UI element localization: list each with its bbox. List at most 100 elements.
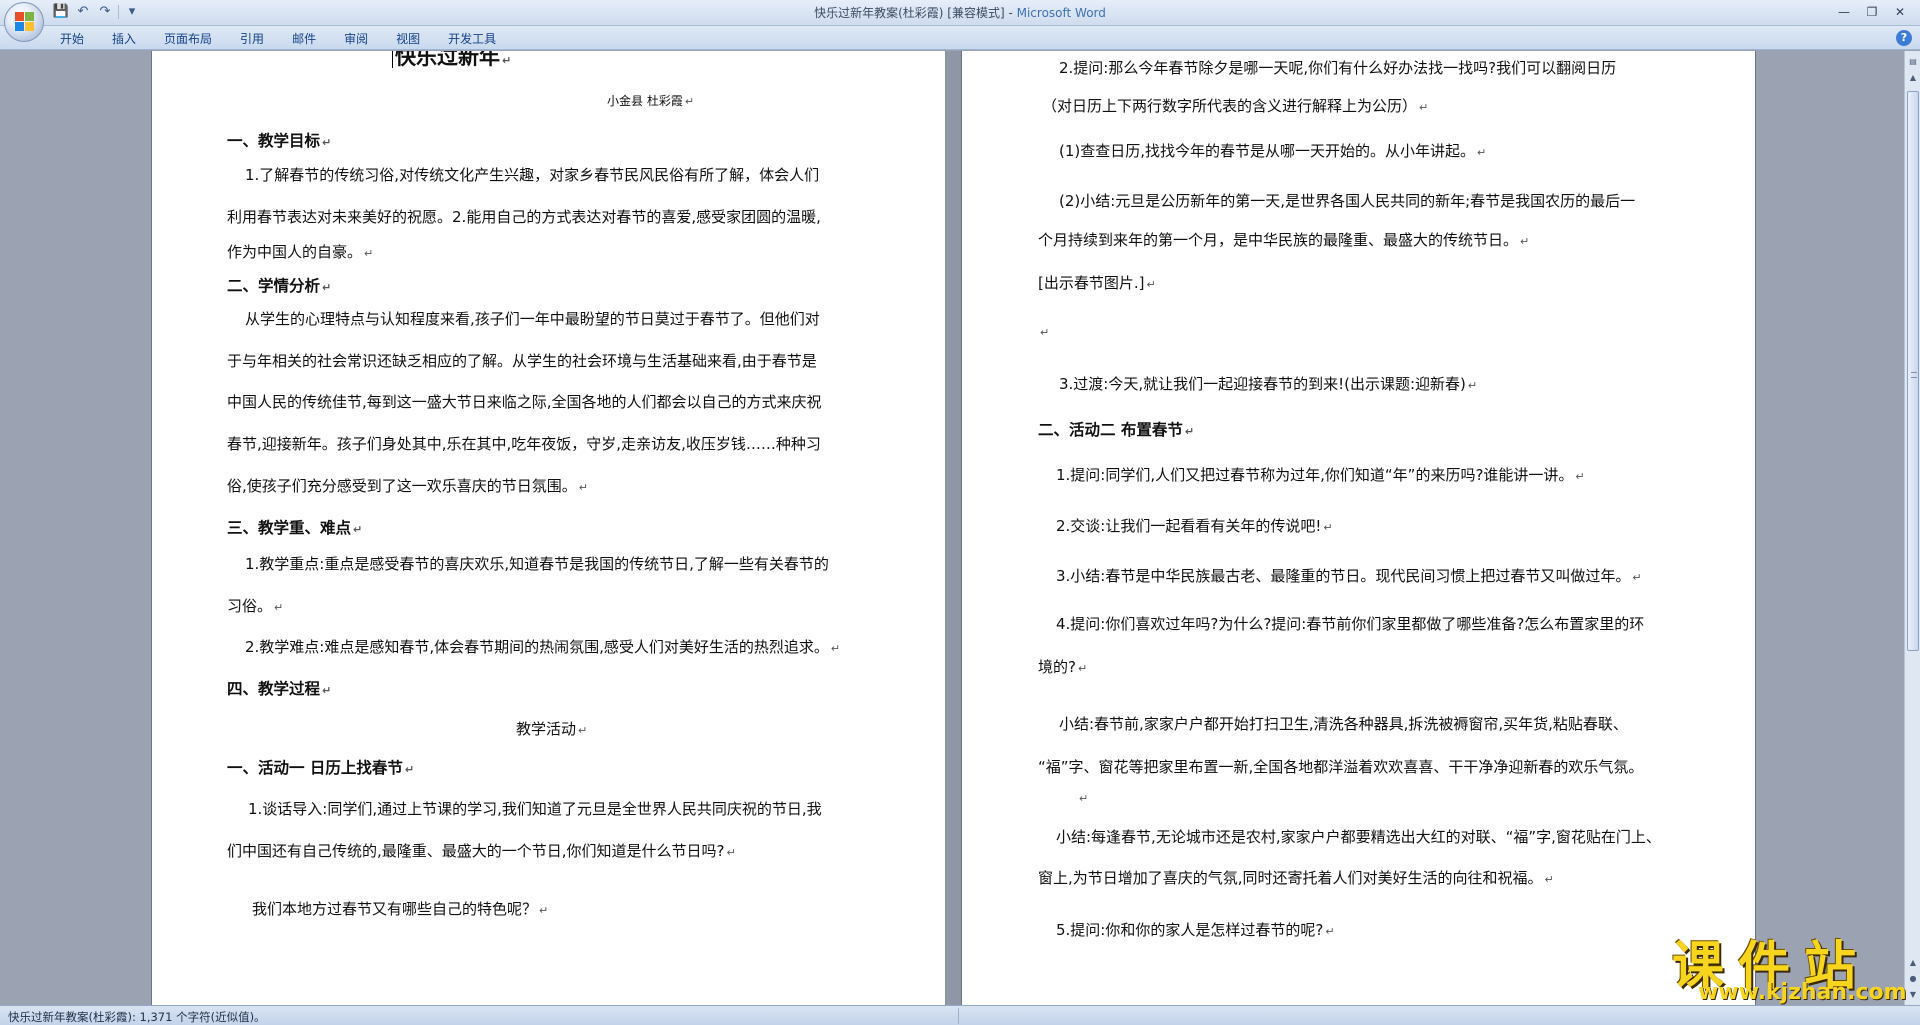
body-line: 2.交谈:让我们一起看看有关年的传说吧! ↵ [1056,517,1333,535]
status-bar: 快乐过新年教案(杜彩霞): 1,371 个字符(近似值)。 [0,1005,1920,1025]
activity-heading-2: 二、活动二 布置春节 ↵ [1038,421,1195,439]
paragraph-mark-icon: ↵ [502,54,512,67]
office-logo-icon [15,12,35,32]
title-separator: - [1004,6,1017,20]
section-heading-process: 四、教学过程 ↵ [227,680,332,698]
document-author: 小金县 杜彩霞 ↵ [607,94,695,108]
page-2[interactable]: 2.提问:那么今年春节除夕是哪一天呢,你们有什么好办法找一找吗?我们可以翻阅日历… [962,51,1755,1005]
page-1[interactable]: 快乐过新年 ↵ 小金县 杜彩霞 ↵ 一、教学目标 ↵ 1.了解春节的传统习俗,对传统文… [152,51,945,1005]
paragraph-mark-icon: ↵ [274,601,284,614]
body-line: (2)小结:元旦是公历新年的第一天,是世界各国人民共同的新年;春节是我国农历的最… [1059,192,1636,210]
close-button[interactable]: ✕ [1886,2,1914,22]
paragraph-mark-icon: ↵ [539,904,549,917]
document-title[interactable]: 快乐过新年 ↵ [392,51,511,71]
body-line: （对日历上下两行数字所代表的含义进行解释上为公历） ↵ [1042,97,1429,115]
body-line: 1.教学重点:重点是感受春节的喜庆欢乐,知道春节是我国的传统节日,了解一些有关春… [245,555,829,573]
empty-paragraph: ↵ [1077,787,1088,809]
text-cursor [392,51,393,68]
body-line: 4.提问:你们喜欢过年吗?为什么?提问:春节前你们家里都做了哪些准备?怎么布置家… [1056,615,1645,633]
body-line: 习俗。 ↵ [227,597,284,615]
body-line: 于与年相关的社会常识还缺乏相应的了解。从学生的社会环境与生活基础来看,由于春节是 [227,352,817,370]
body-line: 我们本地方过春节又有哪些自己的特色呢？ ↵ [252,900,549,918]
paragraph-mark-icon: ↵ [1632,571,1642,584]
tab-2[interactable]: 页面布局 [164,30,226,47]
body-line: 1.谈话导入:同学们,通过上节课的学习,我们知道了元旦是全世界人民共同庆祝的节日… [248,800,822,818]
scrollbar-thumb[interactable] [1907,91,1919,651]
minimize-button[interactable]: — [1830,2,1858,22]
tab-4[interactable]: 邮件 [292,30,330,47]
paragraph-mark-icon: ↵ [1146,278,1156,291]
paragraph-mark-icon: ↵ [1520,235,1530,248]
paragraph-mark-icon: ↵ [578,481,588,494]
paragraph-mark-icon: ↵ [684,95,695,108]
body-line: 个月持续到来年的第一个月，是中华民族的最隆重、最盛大的传统节日。 ↵ [1038,231,1530,249]
paragraph-mark-icon: ↵ [1477,146,1487,159]
paragraph-mark-icon: ↵ [726,846,736,859]
vertical-scrollbar[interactable]: ▤ ▲ ▲ ● ▼ [1904,51,1920,1005]
section-heading-keypoints: 三、教学重、难点 ↵ [227,519,363,537]
body-line: “福”字、窗花等把家里布置一新,全国各地都洋溢着欢欢喜喜、干干净净迎新春的欢乐气… [1038,758,1644,776]
body-line: 窗上,为节日增加了喜庆的气氛,同时还寄托着人们对美好生活的向往和祝福。 ↵ [1038,869,1554,887]
ruler-toggle-icon[interactable]: ▤ [1906,55,1920,69]
tab-list: 开始 插入 页面布局 引用 邮件 审阅 视图 开发工具 [60,30,524,47]
body-line: (1)查查日历,找找今年的春节是从哪一天开始的。从小年讲起。 ↵ [1059,142,1487,160]
paragraph-mark-icon: ↵ [1325,925,1335,938]
paragraph-mark-icon: ↵ [1419,101,1429,114]
help-icon[interactable]: ? [1896,30,1912,46]
app-name: Microsoft Word [1016,6,1106,20]
office-button[interactable] [4,2,44,42]
paragraph-mark-icon: ↵ [578,724,588,737]
body-line: 1.了解春节的传统习俗,对传统文化产生兴趣，对家乡春节民风民俗有所了解，体会人们 [245,166,820,184]
body-line: 3.过渡:今天,就让我们一起迎接春节的到来!(出示课题:迎新春) ↵ [1059,375,1478,393]
status-separator [958,1008,959,1024]
tab-0[interactable]: 开始 [60,30,98,47]
body-line: 作为中国人的自豪。 ↵ [227,243,374,261]
scroll-up-arrow-icon[interactable]: ▲ [1906,71,1920,85]
restore-button[interactable]: ❐ [1858,2,1886,22]
body-line: 们中国还有自己传统的,最隆重、最盛大的一个节日,你们知道是什么节日吗? ↵ [227,842,736,860]
title-bar: 💾 ↶ ↷ ▾ 快乐过新年教案(杜彩霞) [兼容模式] - Microsoft … [0,0,1920,42]
body-line: 境的? ↵ [1038,658,1088,676]
activity-heading-1: 一、活动一 日历上找春节 ↵ [227,759,415,777]
paragraph-mark-icon: ↵ [322,684,332,697]
window-controls: — ❐ ✕ [1830,2,1914,22]
body-line: 春节,迎接新年。孩子们身处其中,乐在其中,吃年夜饭，守岁,走亲访友,收压岁钱……… [227,435,821,453]
watermark-logo: 课件站 www.kjzhan.com [1658,924,1920,1005]
body-line: 小结:每逢春节,无论城市还是农村,家家户户都要精选出大红的对联、“福”字,窗花贴… [1056,828,1661,846]
watermark-url: www.kjzhan.com [1698,980,1907,1005]
body-line: 2.提问:那么今年春节除夕是哪一天呢,你们有什么好办法找一找吗?我们可以翻阅日历 [1059,59,1617,77]
thumb-grip-icon [1911,372,1917,378]
paragraph-mark-icon: ↵ [404,763,415,776]
section-heading-analysis: 二、学情分析 ↵ [227,277,332,295]
empty-paragraph: ↵ [1038,321,1049,343]
body-line: 中国人民的传统佳节,每到这一盛大节日来临之际,全国各地的人们都会以自己的方式来庆… [227,393,822,411]
window-title: 快乐过新年教案(杜彩霞) [兼容模式] - Microsoft Word [0,4,1920,21]
tab-7[interactable]: 开发工具 [448,30,510,47]
status-word-count[interactable]: 快乐过新年教案(杜彩霞): 1,371 个字符(近似值)。 [8,1009,266,1025]
tab-6[interactable]: 视图 [396,30,434,47]
document-area: 快乐过新年 ↵ 小金县 杜彩霞 ↵ 一、教学目标 ↵ 1.了解春节的传统习俗,对传统文… [0,51,1904,1005]
tab-1[interactable]: 插入 [112,30,150,47]
section-heading-goals: 一、教学目标 ↵ [227,132,332,150]
paragraph-mark-icon: ↵ [353,523,363,536]
tab-5[interactable]: 审阅 [344,30,382,47]
body-line: 2.教学难点:难点是感知春节,体会春节期间的热闹氛围,感受人们对美好生活的热烈追… [245,638,841,656]
paragraph-mark-icon: ↵ [322,136,332,149]
body-line: [出示春节图片.] ↵ [1038,274,1156,292]
paragraph-mark-icon: ↵ [1079,792,1089,805]
tab-3[interactable]: 引用 [240,30,278,47]
document-name: 快乐过新年教案(杜彩霞) [兼容模式] [814,6,1005,20]
paragraph-mark-icon: ↵ [1544,873,1554,886]
body-line: 3.小结:春节是中华民族最古老、最隆重的节日。现代民间习惯上把过春节又叫做过年。… [1056,567,1642,585]
ribbon-tabs: 开始 插入 页面布局 引用 邮件 审阅 视图 开发工具 ? [0,26,1920,50]
activity-label: 教学活动 ↵ [516,720,588,738]
paragraph-mark-icon: ↵ [322,281,332,294]
paragraph-mark-icon: ↵ [1077,662,1088,675]
paragraph-mark-icon: ↵ [1323,521,1333,534]
body-line: 利用春节表达对未来美好的祝愿。2.能用自己的方式表达对春节的喜爱,感受家团圆的温… [227,208,821,226]
paragraph-mark-icon: ↵ [1467,379,1478,392]
body-line: 从学生的心理特点与认知程度来看,孩子们一年中最盼望的节日莫过于春节了。但他们对 [245,310,820,328]
paragraph-mark-icon: ↵ [830,642,841,655]
body-line: 1.提问:同学们,人们又把过春节称为过年,你们知道“年”的来历吗?谁能讲一讲。 ↵ [1056,466,1585,484]
paragraph-mark-icon: ↵ [1040,326,1050,339]
